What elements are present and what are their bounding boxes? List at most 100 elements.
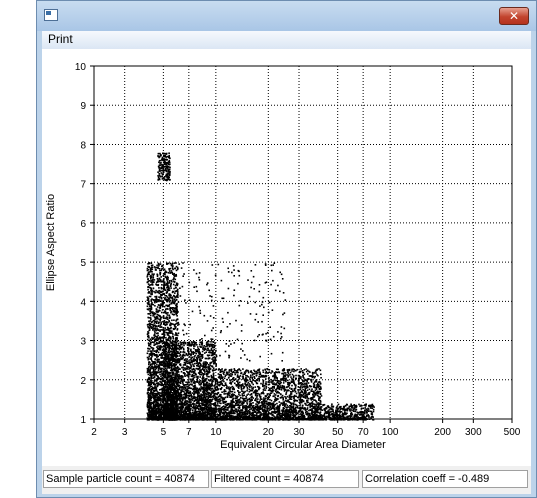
- scatter-point: [183, 359, 186, 362]
- scatter-point: [163, 341, 165, 344]
- scatter-point: [147, 391, 149, 394]
- scatter-point: [177, 344, 179, 347]
- scatter-point: [171, 297, 174, 299]
- scatter-point: [179, 394, 182, 396]
- scatter-point: [208, 351, 210, 354]
- scatter-point: [162, 394, 165, 396]
- scatter-point: [187, 352, 190, 354]
- scatter-point: [173, 410, 175, 413]
- scatter-point: [152, 275, 154, 277]
- scatter-point: [163, 350, 166, 352]
- scatter-point: [208, 412, 211, 415]
- scatter-point: [179, 351, 182, 353]
- scatter-point: [162, 360, 164, 363]
- scatter-point: [161, 311, 163, 314]
- scatter-point: [160, 291, 163, 293]
- scatter-point: [194, 408, 197, 411]
- scatter-point: [163, 331, 166, 334]
- scatter-point: [166, 280, 169, 283]
- scatter-point: [175, 338, 177, 341]
- scatter-point: [149, 329, 151, 331]
- scatter-point: [194, 359, 197, 361]
- scatter-point: [166, 344, 169, 347]
- scatter-point: [188, 350, 190, 353]
- scatter-point: [176, 318, 179, 321]
- scatter-point: [176, 283, 179, 285]
- scatter-point: [158, 346, 161, 348]
- scatter-point: [149, 269, 152, 272]
- scatter-point: [195, 352, 198, 355]
- scatter-point: [174, 327, 176, 329]
- scatter-point: [157, 351, 160, 354]
- menu-item-print[interactable]: Print: [48, 32, 73, 46]
- scatter-point: [191, 409, 194, 411]
- scatter-point: [167, 374, 169, 377]
- scatter-point: [206, 410, 209, 412]
- scatter-point: [149, 322, 151, 325]
- scatter-point: [215, 365, 217, 367]
- scatter-point: [194, 384, 196, 387]
- scatter-point: [176, 315, 178, 317]
- scatter-point: [186, 374, 188, 376]
- scatter-point: [157, 360, 160, 362]
- scatter-point: [160, 370, 162, 373]
- scatter-point: [179, 363, 181, 366]
- scatter-point: [150, 284, 152, 286]
- scatter-point: [174, 278, 177, 281]
- scatter-point: [175, 380, 177, 382]
- scatter-point: [157, 338, 159, 341]
- title-bar[interactable]: ✕: [37, 1, 536, 31]
- scatter-point: [211, 399, 213, 402]
- scatter-point: [185, 384, 188, 386]
- scatter-point: [160, 403, 162, 405]
- scatter-point: [211, 410, 213, 413]
- scatter-point: [168, 386, 171, 389]
- scatter-point: [155, 365, 157, 368]
- scatter-point: [215, 363, 217, 365]
- scatter-point: [150, 390, 152, 392]
- scatter-point: [157, 342, 160, 345]
- scatter-point: [180, 370, 183, 373]
- scatter-point: [195, 376, 197, 378]
- scatter-point: [156, 405, 158, 407]
- scatter-point: [151, 273, 153, 275]
- scatter-point: [170, 270, 173, 272]
- scatter-point: [169, 299, 172, 302]
- scatter-point: [166, 285, 169, 287]
- scatter-point: [204, 380, 206, 383]
- scatter-point: [146, 370, 149, 372]
- scatter-point: [174, 311, 176, 313]
- scatter-point: [156, 277, 159, 280]
- scatter-point: [172, 290, 174, 293]
- scatter-point: [168, 344, 171, 346]
- scatter-point: [146, 371, 149, 374]
- scatter-point: [182, 351, 184, 353]
- scatter-point: [164, 348, 166, 350]
- scatter-point: [211, 376, 213, 379]
- scatter-point: [204, 347, 206, 350]
- close-button[interactable]: ✕: [499, 7, 529, 25]
- scatter-point: [212, 367, 215, 369]
- scatter-point: [166, 362, 168, 364]
- scatter-point: [214, 413, 217, 415]
- scatter-point: [148, 295, 151, 298]
- scatter-point: [152, 276, 155, 279]
- scatter-point: [155, 295, 158, 298]
- scatter-point: [162, 292, 164, 295]
- scatter-point: [156, 396, 159, 399]
- scatter-point: [173, 281, 176, 283]
- scatter-point: [150, 281, 152, 283]
- scatter-point: [147, 387, 150, 390]
- scatter-point: [162, 396, 165, 398]
- scatter-point: [150, 325, 152, 328]
- scatter-point: [161, 382, 163, 384]
- scatter-point: [186, 407, 189, 410]
- scatter-point: [150, 411, 153, 414]
- scatter-point: [175, 286, 177, 289]
- scatter-point: [173, 277, 175, 280]
- scatter-point: [181, 399, 184, 401]
- scatter-point: [146, 381, 149, 383]
- scatter-point: [175, 269, 178, 272]
- scatter-point: [187, 381, 189, 383]
- scatter-point: [152, 281, 155, 283]
